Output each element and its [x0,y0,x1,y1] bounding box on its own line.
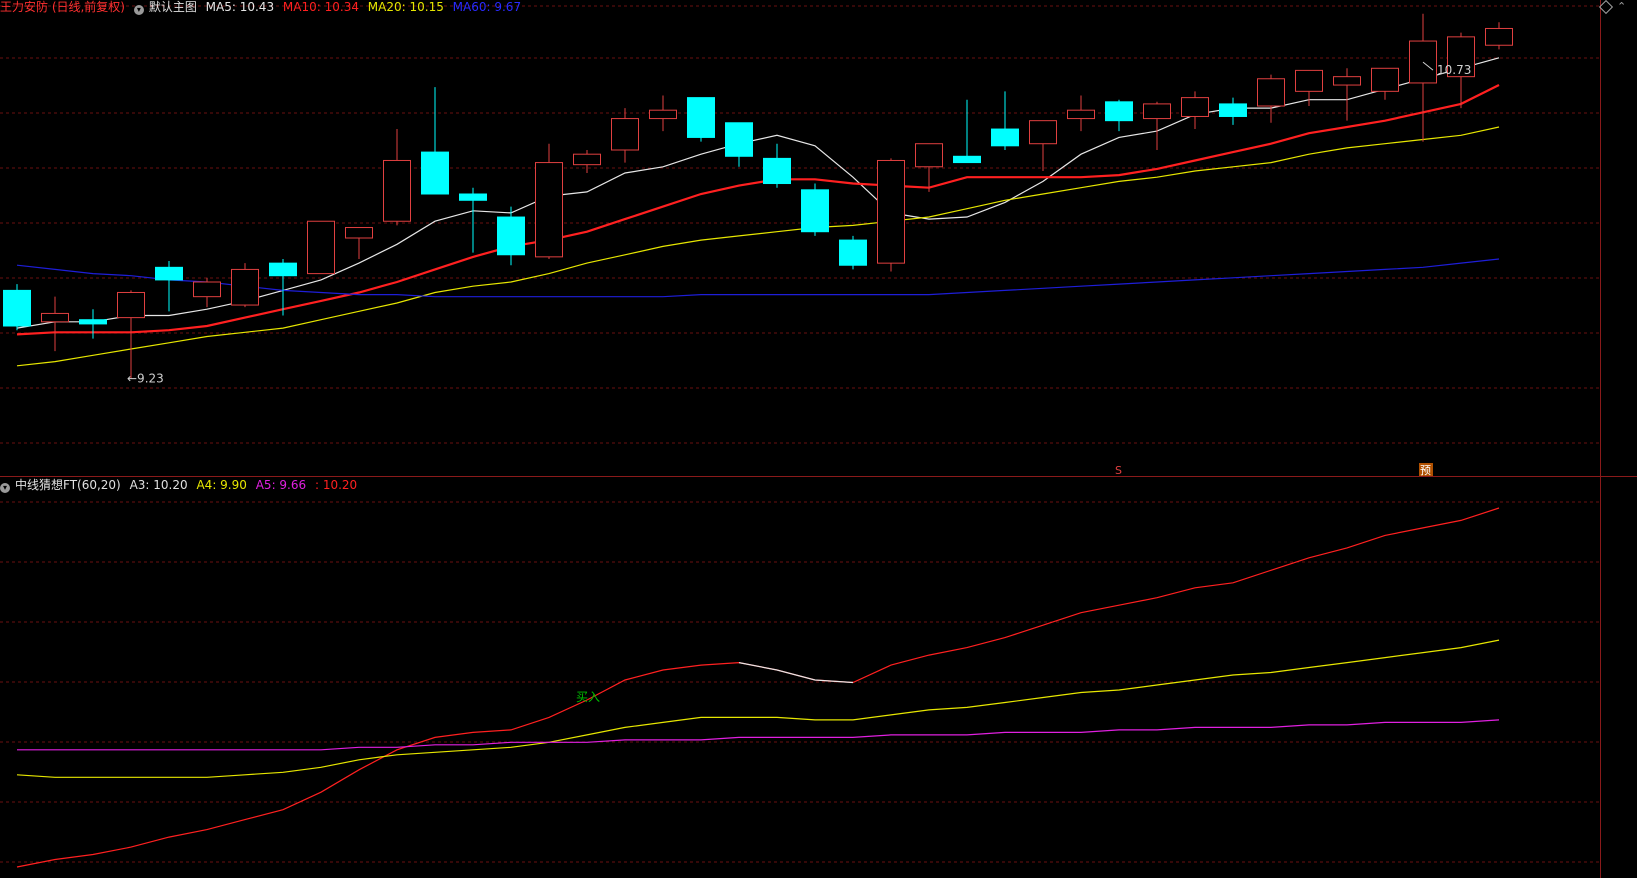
chevron-down-icon[interactable]: ▾ [133,5,144,15]
buy-signal-label: 买入 [576,690,600,704]
candle-down [155,266,183,281]
indicator-line-a3-highlight [738,662,854,684]
kline-chart[interactable]: 10.73 ←9.23 S 预买入 [0,0,1637,878]
ma60-label: MA60: 9.67 [452,0,522,14]
ma-line-ma20 [16,126,1500,367]
main-chart-header: 王力安防 (日线,前复权) ▾ 默认主图 MA5: 10.43 MA10: 10.… [0,0,1500,15]
candle-down [459,193,487,201]
candle-up [1295,69,1323,92]
candle-up [1143,103,1171,120]
candle-up [1257,78,1285,107]
a3-label: A3: 10.20 [129,478,188,492]
candle-down [725,122,753,157]
candle-down [421,151,449,195]
extra-label: : 10.20 [314,478,358,492]
candle-up [117,291,145,319]
candle-down [79,319,107,325]
candle-up [915,143,943,168]
candle-down [953,155,981,164]
candle-up [535,162,563,258]
forecast-marker-label: 预 [1420,464,1431,477]
sell-marker-label: S [1115,464,1122,477]
low-price-label: ←9.23 [127,371,164,385]
candle-up [193,281,221,298]
candle-up [877,159,905,264]
candle-down [1219,103,1247,117]
candle-up [41,312,69,323]
candle-up [573,153,601,166]
candle-up [1371,67,1399,92]
candle-up [1333,76,1361,86]
candle-up [345,227,373,239]
chevron-down-icon[interactable]: ▾ [0,483,10,493]
indicator-header: ▾ 中线猜想FT(60,20) A3: 10.20 A4: 9.90 A5: 9.… [0,478,1500,493]
ma20-label: MA20: 10.15 [367,0,444,14]
candle-up [307,220,335,275]
candle-up [1485,27,1513,46]
stock-title: 王力安防 (日线,前复权) [0,0,125,14]
candle-up [649,109,677,120]
ma5-label: MA5: 10.43 [205,0,275,14]
template-label[interactable]: 默认主图 [149,0,197,14]
candle-down [269,262,297,277]
candle-up [1181,97,1209,117]
chevron-up-icon[interactable]: ⌃ [1617,0,1626,14]
candle-down [991,128,1019,147]
candle-down [497,216,525,256]
indicator-line-a4 [16,639,1500,778]
a5-label: A5: 9.66 [255,478,307,492]
candle-up [383,159,411,222]
candle-down [801,189,829,233]
candle-up [1029,120,1057,145]
candle-up [231,268,259,306]
candle-up [611,118,639,151]
a4-label: A4: 9.90 [196,478,247,492]
candle-down [3,289,31,327]
candle-down [763,157,791,185]
candle-down [839,239,867,266]
indicator-title[interactable]: 中线猜想FT(60,20) [15,478,121,492]
candle-up [1067,109,1095,120]
candle-down [687,97,715,138]
ma10-label: MA10: 10.34 [282,0,359,14]
high-price-label: 10.73 [1437,63,1471,77]
indicator-line-a5 [17,719,1500,751]
candle-up [1409,40,1437,84]
candle-down [1105,101,1133,122]
